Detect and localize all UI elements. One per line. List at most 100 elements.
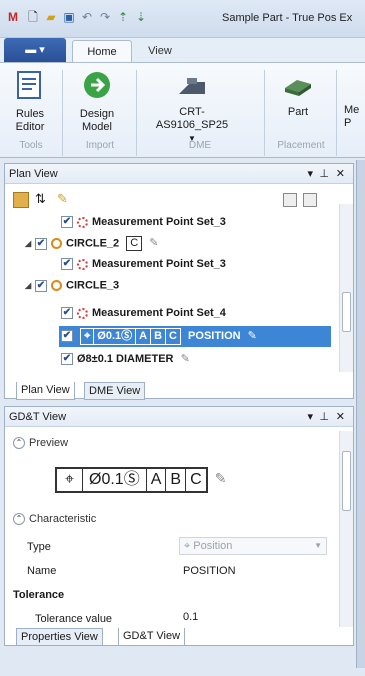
characteristic-section-header[interactable]: ⌃ Characteristic <box>13 513 96 526</box>
scrollbar-thumb[interactable] <box>342 292 351 332</box>
redo-icon[interactable]: ↷ <box>98 10 112 24</box>
pin-icon[interactable]: ⊥ <box>319 164 329 184</box>
checkbox[interactable]: ✔ <box>61 258 73 271</box>
design-model-label: Design Model <box>79 108 115 133</box>
tree-item-measurement-point-set[interactable]: ✔ Measurement Point Set_3 <box>61 254 226 275</box>
scrollbar-thumb[interactable] <box>342 451 351 511</box>
sort-down-icon[interactable]: ⇣ <box>134 10 148 24</box>
measurement-point-set-icon <box>77 258 88 270</box>
edit-icon[interactable]: ✎ <box>248 330 257 342</box>
rules-editor-button[interactable]: Rules Editor <box>6 70 54 134</box>
edit-icon[interactable]: ✎ <box>215 470 227 486</box>
feature-control-frame: ⌖ Ø0.1Ⓢ A B C <box>55 467 208 493</box>
plan-view-pane: Plan View ▾ ⊥ ✕ ⇅ ✎ ✔ Measurement Point S… <box>4 163 354 399</box>
dropdown-icon[interactable]: ▾ <box>307 407 313 427</box>
edit-icon[interactable]: ✎ <box>181 353 190 365</box>
checkbox[interactable]: ✔ <box>35 279 47 292</box>
rules-editor-icon <box>17 71 41 99</box>
sort-up-icon[interactable]: ⇡ <box>116 10 130 24</box>
part-button[interactable]: Part <box>278 70 318 119</box>
dme-machine-icon <box>179 78 205 94</box>
close-icon[interactable]: ✕ <box>336 407 345 427</box>
pin-icon[interactable]: ⊥ <box>319 407 329 427</box>
tree-item-measurement-point-set[interactable]: ✔ Measurement Point Set_4 <box>61 303 226 324</box>
gdt-view-title: GD&T View <box>5 407 353 427</box>
position-symbol-icon: ⌖ <box>57 469 84 491</box>
expand-arrow-icon[interactable]: ◢ <box>25 233 33 254</box>
checkbox[interactable]: ✔ <box>61 353 73 366</box>
tab-plan-view[interactable]: Plan View <box>16 382 75 400</box>
preview-fcf: ⌖ Ø0.1Ⓢ A B C ✎ <box>55 467 226 493</box>
tree-item-circle-2[interactable]: ◢ ✔ CIRCLE_2 C ✎ <box>25 233 158 254</box>
tab-gdt-view[interactable]: GD&T View <box>118 628 186 646</box>
select-tool-icon[interactable] <box>13 192 29 208</box>
gdt-view-pane: GD&T View ▾ ⊥ ✕ ⌃ Preview ⌖ Ø0.1Ⓢ A B C ✎… <box>4 406 354 646</box>
tolerance-value-label: Tolerance value <box>35 613 113 625</box>
tree-item-position[interactable]: ✔ ⌖ Ø0.1Ⓢ A B C POSITION ✎ <box>59 326 331 347</box>
type-select[interactable]: ⌖ Position ▼ <box>179 537 327 555</box>
checkbox[interactable]: ✔ <box>61 216 73 229</box>
tolerance-header: Tolerance <box>13 589 65 601</box>
group-label-placement: Placement <box>277 140 325 151</box>
tree-item-circle-3[interactable]: ◢ ✔ CIRCLE_3 <box>25 275 119 296</box>
group-label-dme: DME <box>188 140 212 151</box>
rules-editor-label: Rules Editor <box>15 108 45 133</box>
collapse-icon[interactable]: ⌃ <box>13 437 25 450</box>
new-file-icon[interactable]: 🗋 <box>26 10 40 24</box>
tab-home[interactable]: Home <box>72 40 132 63</box>
sort-tool-icon[interactable]: ⇅ <box>35 191 46 207</box>
design-model-button[interactable]: Design Model <box>72 70 122 134</box>
plan-view-scrollbar[interactable] <box>339 204 353 372</box>
app-logo-icon[interactable]: M <box>6 10 20 24</box>
chevron-down-icon: ▼ <box>314 541 322 550</box>
close-icon[interactable]: ✕ <box>336 164 345 184</box>
open-folder-icon[interactable]: ▰ <box>44 10 58 24</box>
datum-badge: C <box>126 236 143 252</box>
ribbon-group-separator <box>264 70 265 156</box>
tree-item-measurement-point-set[interactable]: ✔ Measurement Point Set_3 <box>61 212 226 233</box>
collapse-all-icon[interactable] <box>303 193 317 207</box>
tolerance-value[interactable]: 0.1 <box>183 611 198 623</box>
name-value[interactable]: POSITION <box>183 565 236 577</box>
design-model-icon <box>84 72 110 98</box>
checkbox[interactable]: ✔ <box>61 330 73 343</box>
ribbon-group-separator <box>62 70 63 156</box>
window-title: Sample Part - True Pos Ex <box>222 12 353 24</box>
tab-view[interactable]: View <box>140 40 180 62</box>
wand-tool-icon[interactable]: ✎ <box>57 191 68 207</box>
part-icon <box>285 80 311 96</box>
expand-all-icon[interactable] <box>283 193 297 207</box>
position-symbol-icon: ⌖ <box>81 328 95 344</box>
gdt-view-scrollbar[interactable] <box>339 431 353 627</box>
edit-icon[interactable]: ✎ <box>149 237 158 249</box>
position-symbol-icon: ⌖ <box>184 540 194 552</box>
measurement-point-set-icon <box>77 216 88 228</box>
circle-feature-icon <box>51 280 62 291</box>
title-bar: M 🗋 ▰ ▣ ↶ ↷ ⇡ ⇣ Sample Part - True Pos E… <box>0 0 365 38</box>
group-label-import: Import <box>85 140 115 151</box>
ribbon-group-separator <box>136 70 137 156</box>
more-button[interactable]: Me P <box>344 70 365 130</box>
part-label: Part <box>287 106 309 118</box>
workspace-edge <box>356 160 365 668</box>
dme-selector[interactable]: CRT-AS9106_SP25 ▼ <box>144 70 240 145</box>
file-menu-button[interactable]: ▬ ▾ <box>4 38 66 62</box>
plan-view-title: Plan View <box>5 164 353 184</box>
tab-dme-view[interactable]: DME View <box>84 382 146 400</box>
file-menu-icon: ▬ ▾ <box>25 44 45 56</box>
circle-feature-icon <box>51 238 62 249</box>
save-icon[interactable]: ▣ <box>62 10 76 24</box>
collapse-icon[interactable]: ⌃ <box>13 513 25 526</box>
undo-icon[interactable]: ↶ <box>80 10 94 24</box>
dropdown-icon[interactable]: ▾ <box>307 164 313 184</box>
tree-item-diameter[interactable]: ✔ Ø8±0.1 DIAMETER ✎ <box>61 349 190 370</box>
ribbon-group-separator <box>336 70 337 156</box>
checkbox[interactable]: ✔ <box>61 307 73 320</box>
checkbox[interactable]: ✔ <box>35 237 47 250</box>
tab-properties-view[interactable]: Properties View <box>16 628 103 646</box>
group-label-tools: Tools <box>19 140 43 151</box>
dme-value: CRT-AS9106_SP25 <box>155 106 229 131</box>
name-label: Name <box>27 565 57 577</box>
preview-section-header[interactable]: ⌃ Preview <box>13 437 68 450</box>
expand-arrow-icon[interactable]: ◢ <box>25 275 33 296</box>
